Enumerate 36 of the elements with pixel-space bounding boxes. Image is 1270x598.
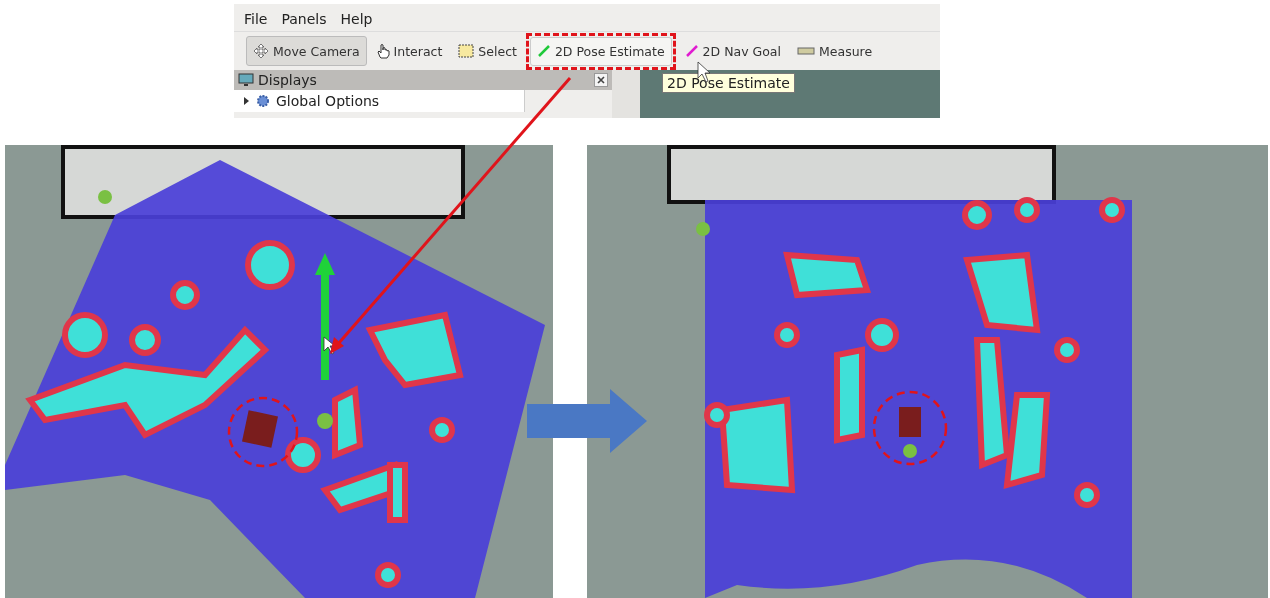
obstacle-blob xyxy=(774,322,800,348)
menu-item[interactable]: Panels xyxy=(281,11,327,27)
waypoint-dot xyxy=(903,444,917,458)
expand-arrow-icon[interactable] xyxy=(242,97,250,105)
monitor-icon xyxy=(238,73,254,87)
menu-item[interactable]: Help xyxy=(340,11,373,27)
obstacle-blob xyxy=(245,240,295,290)
obstacle-blob xyxy=(170,280,200,310)
obstacle-blob xyxy=(962,200,992,230)
obstacle-blob xyxy=(1054,337,1080,363)
obstacle-blob xyxy=(1099,197,1125,223)
obstacle-blob xyxy=(1014,197,1040,223)
robot-icon xyxy=(899,407,921,437)
gear-icon xyxy=(256,94,270,108)
waypoint-dot xyxy=(98,190,112,204)
waypoint-dot xyxy=(696,222,710,236)
move-icon xyxy=(253,43,269,59)
tool-button[interactable]: Move Camera xyxy=(246,36,367,66)
tool-button[interactable]: 2D Pose Estimate xyxy=(529,36,672,66)
waypoint-dot xyxy=(317,413,333,429)
menu-item[interactable]: File xyxy=(244,11,268,27)
tool-button[interactable]: Interact xyxy=(368,36,450,66)
robot-icon xyxy=(242,410,278,448)
obstacle-blob xyxy=(429,417,455,443)
ruler-icon xyxy=(797,47,815,55)
obstacle-blob xyxy=(375,562,401,588)
cursor-icon xyxy=(323,336,336,355)
close-icon[interactable] xyxy=(594,73,608,87)
tool-button[interactable]: Measure xyxy=(790,36,880,66)
panel-title: Displays xyxy=(258,72,318,88)
hand-icon xyxy=(375,43,390,59)
tool-button[interactable]: Select xyxy=(451,36,524,66)
dashed-circle xyxy=(227,396,299,468)
selection-icon xyxy=(458,44,475,58)
obstacle-blob xyxy=(1074,482,1100,508)
tooltip: 2D Pose Estimate xyxy=(662,73,795,93)
